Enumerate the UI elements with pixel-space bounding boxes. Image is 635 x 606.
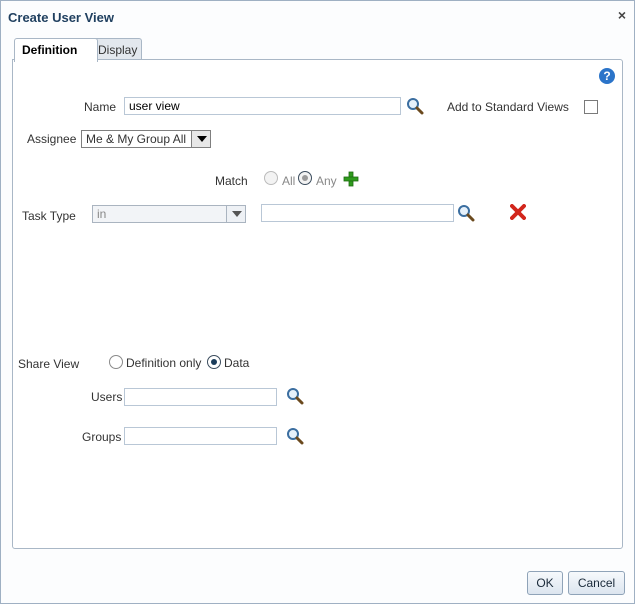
- dialog-titlebar: Create User View ×: [1, 1, 634, 33]
- definition-panel: ? Name user view Add to Standard Views A…: [12, 59, 623, 549]
- users-label: Users: [91, 390, 123, 404]
- share-data-label: Data: [224, 356, 250, 370]
- name-input[interactable]: user view: [124, 97, 401, 115]
- share-view-label: Share View: [18, 357, 80, 371]
- tab-definition[interactable]: Definition: [14, 38, 98, 62]
- dialog-title: Create User View: [8, 10, 114, 25]
- search-icon[interactable]: [406, 97, 424, 115]
- match-all-label: All: [282, 174, 296, 188]
- search-icon[interactable]: [457, 204, 475, 222]
- search-icon[interactable]: [286, 427, 304, 445]
- match-all-radio[interactable]: [264, 171, 278, 185]
- assignee-value: Me & My Group All: [86, 132, 187, 146]
- name-label: Name: [84, 100, 117, 114]
- add-to-standard-views-label: Add to Standard Views: [447, 100, 569, 114]
- users-input[interactable]: [124, 388, 277, 406]
- search-icon[interactable]: [286, 387, 304, 405]
- share-data-radio[interactable]: [207, 355, 221, 369]
- match-any-label: Any: [316, 174, 337, 188]
- cancel-button[interactable]: Cancel: [568, 571, 625, 595]
- task-type-operator-select[interactable]: in: [92, 205, 246, 223]
- share-definition-only-label: Definition only: [126, 356, 202, 370]
- delete-condition-icon[interactable]: [510, 204, 526, 220]
- task-type-label: Task Type: [22, 209, 76, 223]
- ok-button[interactable]: OK: [527, 571, 563, 595]
- chevron-down-icon[interactable]: [191, 131, 210, 147]
- add-condition-icon[interactable]: [343, 171, 359, 187]
- match-label: Match: [215, 174, 248, 188]
- groups-input[interactable]: [124, 427, 277, 445]
- assignee-label: Assignee: [27, 132, 77, 146]
- chevron-down-icon[interactable]: [226, 206, 245, 222]
- create-user-view-dialog: Create User View × Definition Display ? …: [0, 0, 635, 604]
- groups-label: Groups: [82, 430, 122, 444]
- task-type-value-input[interactable]: [261, 204, 454, 222]
- task-type-operator-value: in: [97, 207, 107, 221]
- share-definition-only-radio[interactable]: [109, 355, 123, 369]
- close-icon[interactable]: ×: [618, 7, 626, 23]
- match-any-radio[interactable]: [298, 171, 312, 185]
- add-to-standard-views-checkbox[interactable]: [584, 100, 598, 114]
- assignee-select[interactable]: Me & My Group All: [81, 130, 211, 148]
- help-icon[interactable]: ?: [599, 68, 615, 84]
